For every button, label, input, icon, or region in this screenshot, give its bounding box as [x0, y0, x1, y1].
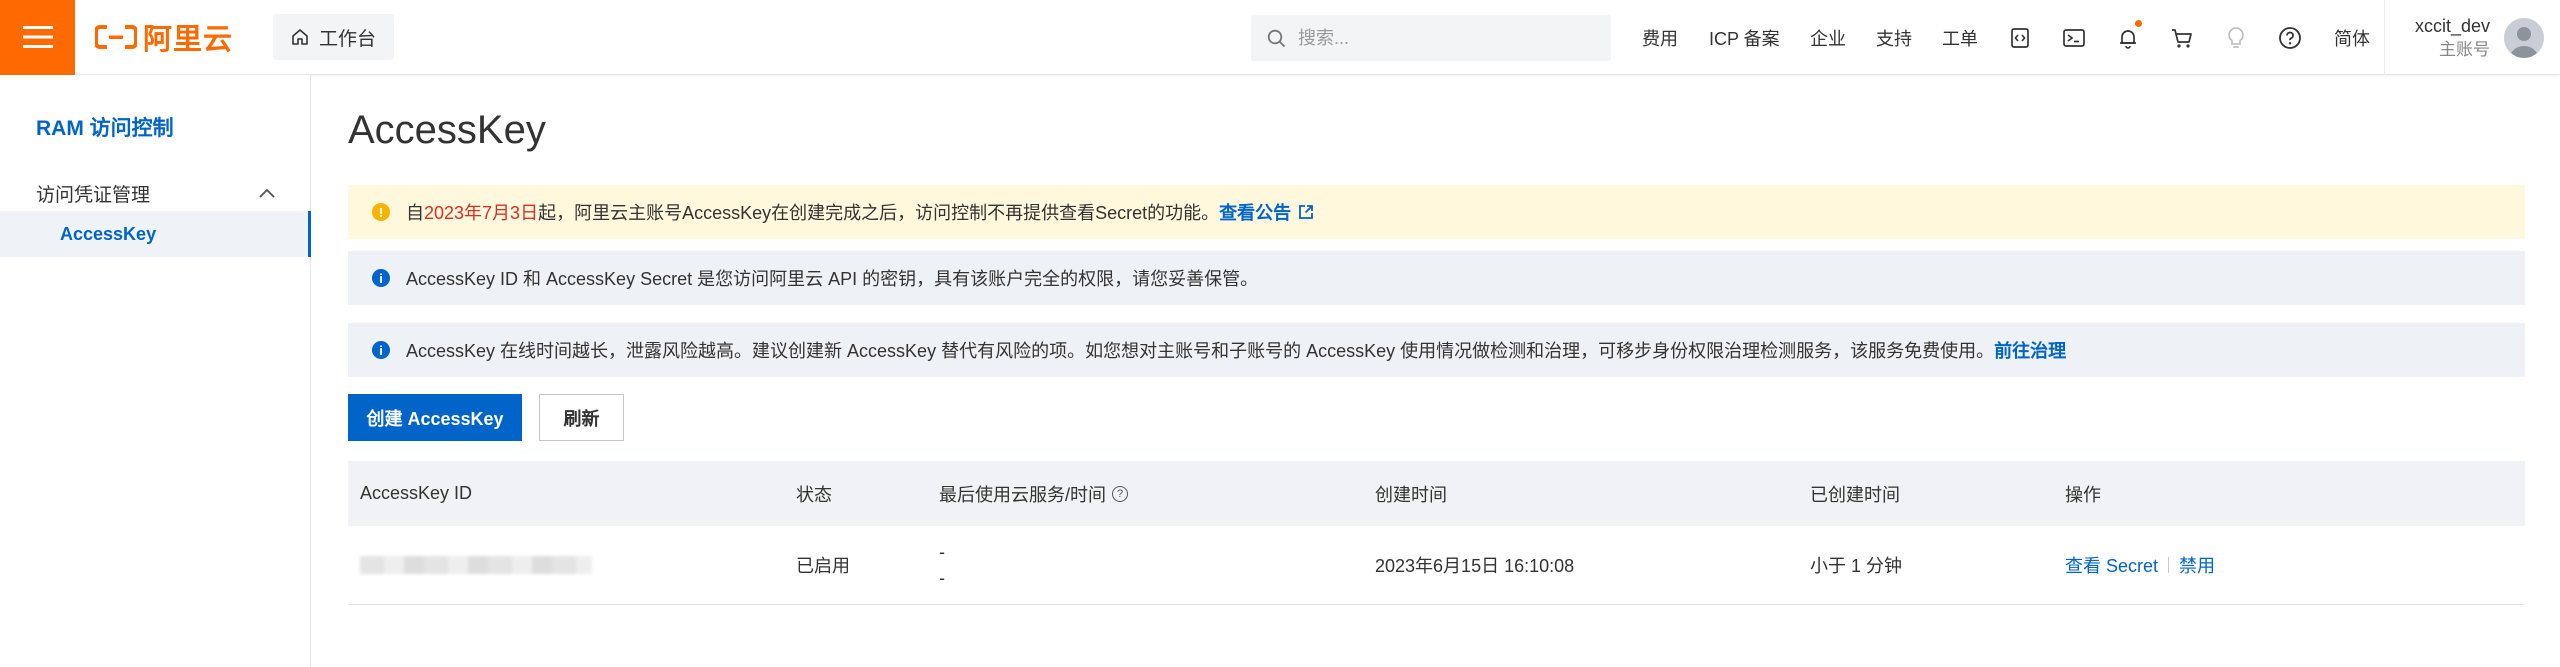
nav-ticket[interactable]: 工单 — [1942, 0, 1978, 75]
table-row: 已启用 - - 2023年6月15日 16:10:08 小于 1 分钟 查看 S… — [348, 526, 2525, 605]
workbench-label: 工作台 — [319, 28, 377, 50]
warning-banner: ! 自 2023年7月3日 起，阿里云主账号AccessKey在创建完成之后，访… — [348, 185, 2525, 239]
warning-date: 2023年7月3日 — [424, 203, 539, 223]
bell-icon — [2120, 29, 2136, 49]
cart-icon — [2172, 28, 2192, 48]
header-created-time: 创建时间 — [1375, 484, 1447, 505]
table-header: AccessKey ID 状态 最后使用云服务/时间 ? 创建时间 已创建时间 … — [348, 461, 2525, 526]
api-code-icon — [2011, 27, 2029, 48]
row-actions: 查看 Secret 禁用 — [2065, 526, 2215, 604]
sidebar-item-label: AccessKey — [60, 223, 157, 244]
global-search[interactable] — [1251, 15, 1611, 61]
row-age: 小于 1 分钟 — [1810, 556, 1903, 576]
top-navigation-bar: 阿里云 工作台 费用 ICP 备案 企业 支持 工单 — [0, 0, 2560, 75]
redacted-accesskey-id — [360, 556, 592, 574]
home-icon — [292, 29, 308, 45]
search-input[interactable] — [1298, 27, 1588, 49]
external-link-icon[interactable] — [1297, 203, 1315, 221]
aliyun-logo-icon — [95, 25, 137, 49]
header-last-used: 最后使用云服务/时间 ? — [939, 461, 1129, 526]
user-avatar-icon — [2504, 17, 2545, 58]
sidebar-group-credentials[interactable]: 访问凭证管理 — [0, 170, 310, 216]
chevron-up-icon — [259, 188, 275, 198]
info-banner-secret: i AccessKey ID 和 AccessKey Secret 是您访问阿里… — [348, 251, 2525, 305]
language-switch[interactable]: 简体 — [2334, 0, 2370, 75]
terminal-icon — [2063, 28, 2085, 47]
sidebar-group-label: 访问凭证管理 — [36, 184, 151, 206]
avatar[interactable] — [2504, 17, 2545, 58]
menu-icon — [22, 26, 53, 48]
accesskey-table: AccessKey ID 状态 最后使用云服务/时间 ? 创建时间 已创建时间 … — [348, 461, 2525, 605]
row-last-used: - - — [939, 526, 945, 604]
disable-link[interactable]: 禁用 — [2179, 552, 2215, 578]
user-account-menu[interactable]: xccit_dev 主账号 — [2384, 0, 2545, 75]
cart-button[interactable] — [2162, 0, 2202, 75]
brand-name: 阿里云 — [143, 24, 234, 56]
info-icon: i — [372, 341, 390, 359]
header-status: 状态 — [796, 484, 832, 505]
header-last-used-label: 最后使用云服务/时间 — [939, 484, 1107, 505]
info-banner-text: AccessKey 在线时间越长，泄露风险越高。建议创建新 AccessKey … — [406, 341, 1995, 361]
lightbulb-icon — [2228, 26, 2244, 48]
sidebar: RAM 访问控制 访问凭证管理 AccessKey — [0, 75, 311, 667]
aliyun-logo[interactable]: 阿里云 — [95, 0, 233, 75]
user-name: xccit_dev — [2415, 15, 2491, 36]
row-status: 已启用 — [796, 556, 850, 576]
view-secret-link[interactable]: 查看 Secret — [2065, 552, 2158, 578]
nav-support[interactable]: 支持 — [1876, 0, 1912, 75]
tips-button[interactable] — [2216, 0, 2256, 75]
nav-icp-filing[interactable]: ICP 备案 — [1709, 0, 1780, 75]
accesskey-id-masked — [360, 526, 592, 604]
help-circle-icon — [2279, 26, 2301, 49]
search-icon — [1267, 29, 1286, 47]
hamburger-menu-button[interactable] — [0, 0, 75, 75]
info-banner-risk: i AccessKey 在线时间越长，泄露风险越高。建议创建新 AccessKe… — [348, 323, 2525, 377]
row-last-service: - — [939, 542, 945, 562]
info-banner-text: AccessKey ID 和 AccessKey Secret 是您访问阿里云 … — [406, 269, 1259, 289]
refresh-button[interactable]: 刷新 — [539, 394, 624, 441]
row-created-at: 2023年6月15日 16:10:08 — [1375, 556, 1575, 576]
warning-text: 起，阿里云主账号AccessKey在创建完成之后，访问控制不再提供查看Secre… — [538, 203, 1220, 223]
warning-prefix: 自 — [406, 203, 424, 223]
header-age: 已创建时间 — [1810, 484, 1900, 505]
create-accesskey-button[interactable]: 创建 AccessKey — [348, 394, 522, 441]
terminal-button[interactable] — [2054, 0, 2094, 75]
sidebar-item-accesskey[interactable]: AccessKey — [0, 211, 311, 257]
help-button[interactable] — [2270, 0, 2310, 75]
nav-enterprise[interactable]: 企业 — [1810, 0, 1846, 75]
nav-billing[interactable]: 费用 — [1642, 0, 1678, 75]
workbench-button[interactable]: 工作台 — [273, 14, 395, 60]
go-govern-link[interactable]: 前往治理 — [1994, 337, 2066, 363]
question-icon[interactable]: ? — [1112, 485, 1129, 502]
header-actions: 操作 — [2065, 484, 2101, 505]
cloud-shell-button[interactable] — [2000, 0, 2040, 75]
warning-icon: ! — [372, 203, 390, 221]
row-last-time: - — [939, 568, 945, 588]
page-title: AccessKey — [348, 108, 546, 152]
header-accesskey-id: AccessKey ID — [360, 483, 473, 503]
view-announcement-link[interactable]: 查看公告 — [1219, 199, 1291, 225]
notification-dot — [2135, 20, 2142, 27]
sidebar-title[interactable]: RAM 访问控制 — [36, 112, 174, 142]
action-divider — [2168, 557, 2170, 573]
info-icon: i — [372, 269, 390, 287]
notifications-button[interactable] — [2108, 0, 2148, 75]
user-role: 主账号 — [2439, 39, 2491, 59]
